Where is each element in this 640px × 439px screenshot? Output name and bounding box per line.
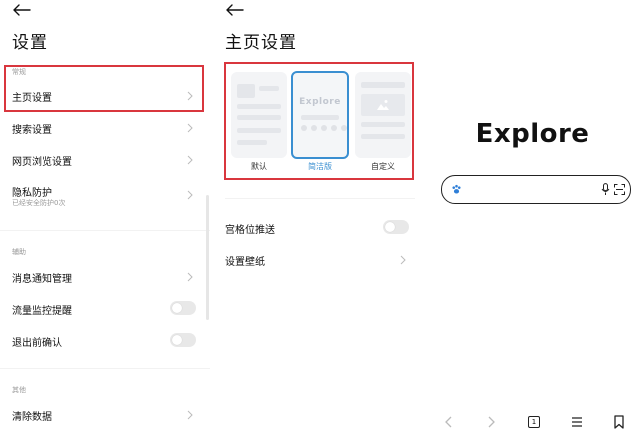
exit-confirm-toggle[interactable]	[170, 333, 196, 347]
settings-panel: 设置 常规 主页设置 搜索设置 网页浏览设置 隐私防护 已经安全防护0次 辅助 …	[0, 0, 210, 439]
section-header-other: 其他	[12, 386, 26, 394]
forward-icon[interactable]	[483, 414, 499, 430]
search-settings-item[interactable]: 搜索设置	[12, 117, 200, 139]
clear-data-item[interactable]: 清除数据	[12, 404, 200, 426]
section-divider	[0, 230, 210, 231]
chevron-right-icon	[187, 123, 193, 133]
toggle-knob	[385, 222, 395, 232]
toggle-knob	[172, 335, 182, 345]
traffic-monitor-toggle[interactable]	[170, 301, 196, 315]
chevron-right-icon	[187, 190, 193, 200]
highlight-box-homepage	[4, 65, 204, 112]
traffic-monitor-item: 流量监控提醒	[12, 298, 200, 320]
back-icon[interactable]	[441, 414, 457, 430]
section-divider	[225, 198, 415, 199]
browsing-settings-label: 网页浏览设置	[12, 157, 72, 168]
back-arrow-icon[interactable]	[12, 2, 32, 18]
homepage-settings-panel: 主页设置 Explore 默认 简洁版 自定义 宫格位推送 设置壁纸	[213, 0, 415, 439]
tab-count: 1	[528, 416, 540, 428]
homepage-preview: Explore 1	[425, 0, 640, 439]
microphone-icon[interactable]	[601, 183, 610, 196]
privacy-protection-label: 隐私防护	[12, 188, 52, 199]
grid-push-label: 宫格位推送	[225, 225, 275, 236]
scrollbar[interactable]	[206, 195, 209, 320]
exit-confirm-item: 退出前确认	[12, 330, 200, 352]
search-bar[interactable]	[441, 175, 631, 204]
chevron-right-icon	[187, 272, 193, 282]
grid-push-toggle[interactable]	[383, 220, 409, 234]
chevron-right-icon	[187, 410, 193, 420]
notification-management-label: 消息通知管理	[12, 274, 72, 285]
menu-icon[interactable]	[569, 414, 585, 430]
chevron-right-icon	[187, 155, 193, 165]
explore-logo: Explore	[475, 119, 590, 149]
paw-icon	[452, 184, 461, 194]
notification-management-item[interactable]: 消息通知管理	[12, 266, 200, 288]
scan-icon[interactable]	[614, 184, 625, 195]
section-divider	[0, 368, 210, 369]
back-arrow-icon[interactable]	[225, 2, 245, 18]
search-settings-label: 搜索设置	[12, 125, 52, 136]
page-title: 主页设置	[225, 33, 297, 53]
tabs-icon[interactable]: 1	[526, 414, 542, 430]
clear-data-label: 清除数据	[12, 412, 52, 423]
browsing-settings-item[interactable]: 网页浏览设置	[12, 149, 200, 171]
traffic-monitor-label: 流量监控提醒	[12, 306, 72, 317]
section-header-aux: 辅助	[12, 248, 26, 256]
wallpaper-label: 设置壁纸	[225, 257, 265, 268]
page-title: 设置	[12, 33, 48, 53]
chevron-right-icon	[400, 255, 406, 265]
bookmark-icon[interactable]	[611, 414, 627, 430]
highlight-box-styles	[224, 62, 414, 180]
exit-confirm-label: 退出前确认	[12, 338, 62, 349]
privacy-protection-count: 已经安全防护0次	[12, 199, 66, 207]
toggle-knob	[172, 303, 182, 313]
privacy-protection-item[interactable]: 隐私防护 已经安全防护0次	[12, 180, 200, 210]
wallpaper-item[interactable]: 设置壁纸	[225, 249, 413, 271]
grid-push-item: 宫格位推送	[225, 217, 413, 239]
